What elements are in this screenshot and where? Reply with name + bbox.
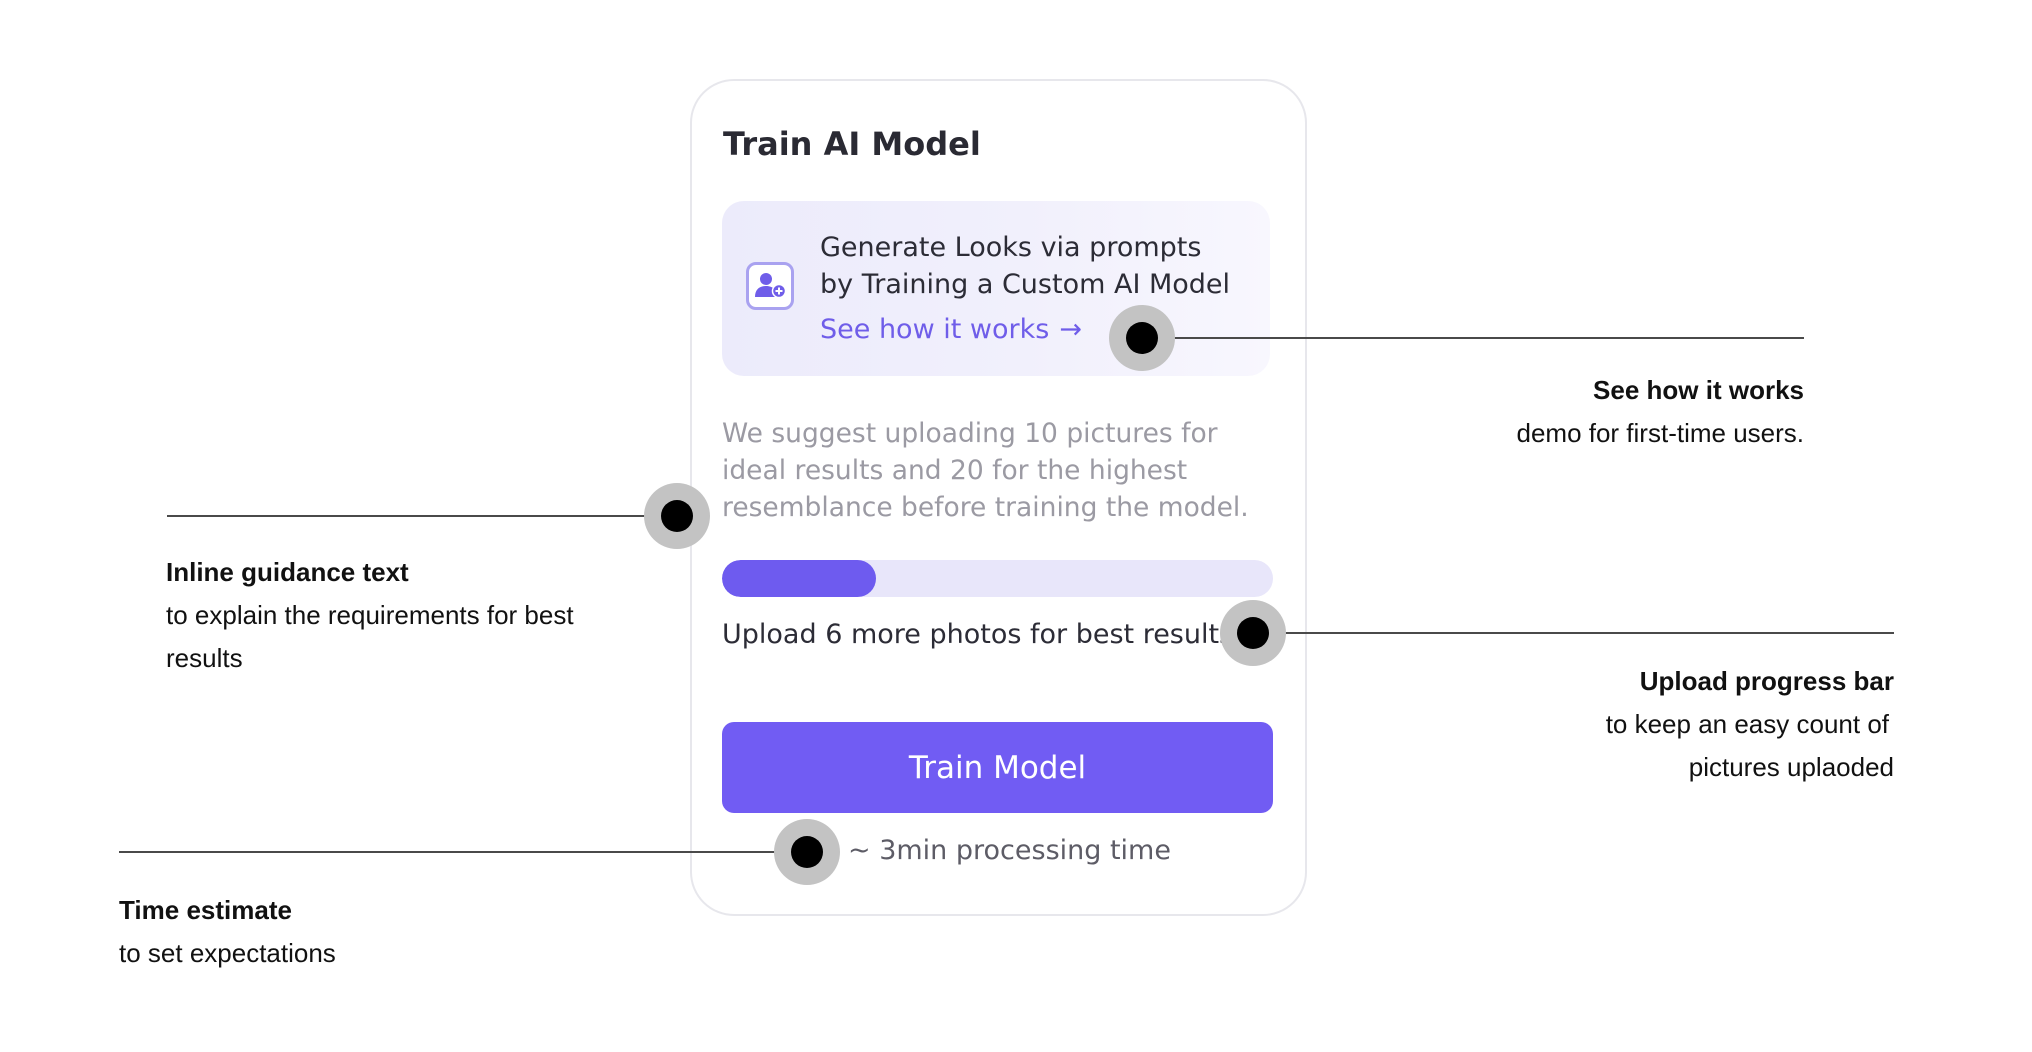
- see-how-leader-line: [1142, 337, 1804, 339]
- see-how-annotation-title: See how it works: [1593, 375, 1804, 405]
- arrow-right-icon: →: [1059, 314, 1082, 345]
- progress-annotation-text-line1: to keep an easy count of: [1605, 709, 1889, 739]
- upload-progress-fill: [722, 560, 877, 597]
- time-annotation-text: to set expectations: [119, 938, 336, 968]
- train-model-button[interactable]: Train Model: [722, 722, 1273, 813]
- see-how-annotation-text: demo for first-time users.: [1516, 418, 1804, 448]
- annotated-diagram: Train AI Model Generate Looks via prompt…: [0, 0, 2032, 1052]
- guidance-annotation-title: Inline guidance text: [166, 557, 409, 587]
- guidance-leader-line: [167, 515, 677, 517]
- progress-leader-line: [1253, 632, 1894, 634]
- upload-progress-bar: [722, 560, 1273, 597]
- card-title: Train AI Model: [723, 125, 981, 163]
- time-annotation-title: Time estimate: [119, 895, 292, 925]
- guidance-marker: [644, 483, 710, 549]
- time-estimate-text: ~ 3min processing time: [848, 835, 1171, 866]
- upload-progress-message: Upload 6 more photos for best results!: [722, 619, 1244, 650]
- see-how-it-works-link[interactable]: See how it works →: [820, 314, 1082, 345]
- see-how-it-works-label: See how it works: [820, 314, 1050, 345]
- time-marker: [774, 819, 840, 885]
- time-leader-line: [119, 851, 807, 853]
- guidance-annotation-text: to explain the requirements for best res…: [166, 600, 574, 673]
- progress-annotation-text-line2: pictures uplaoded: [1688, 752, 1894, 782]
- promo-text: Generate Looks via prompts by Training a…: [820, 232, 1231, 300]
- progress-annotation-title: Upload progress bar: [1639, 666, 1894, 696]
- see-how-marker: [1109, 305, 1175, 371]
- inline-guidance-text: We suggest uploading 10 pictures for ide…: [722, 418, 1249, 523]
- user-plus-icon: [746, 262, 794, 310]
- progress-marker: [1220, 600, 1286, 666]
